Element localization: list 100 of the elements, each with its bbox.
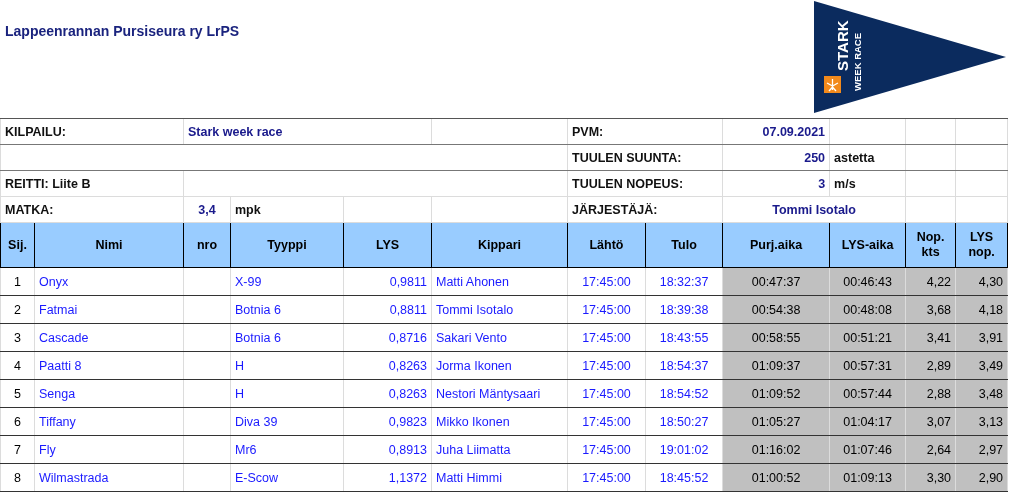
table-cell: Senga (39, 386, 76, 401)
table-cell: Diva 39 (235, 414, 278, 429)
table-cell: 4,18 (978, 302, 1004, 317)
table-cell: 6 (14, 414, 21, 429)
table-cell: 2,88 (926, 386, 952, 401)
info-label: PVM: (572, 124, 604, 139)
table-cell: 17:45:00 (582, 386, 631, 401)
unit-label: m/s (834, 176, 856, 191)
table-cell: 3,91 (978, 330, 1004, 345)
info-label: MATKA: (5, 202, 54, 217)
table-cell: 0,9811 (389, 274, 427, 289)
table-cell: 18:54:52 (659, 386, 709, 401)
table-cell: Paatti 8 (39, 358, 82, 373)
column-header: Nimi (95, 237, 123, 252)
table-cell: 00:48:08 (843, 302, 892, 317)
table-cell: 0,8263 (388, 386, 427, 401)
table-cell: 01:00:52 (751, 470, 801, 485)
table-cell: 1 (14, 274, 21, 289)
column-header: Kippari (477, 237, 522, 252)
table-cell: 18:43:55 (659, 330, 709, 345)
info-label: KILPAILU: (5, 124, 66, 139)
table-cell: 00:57:31 (843, 358, 892, 373)
table-cell: 0,8913 (388, 442, 427, 457)
table-cell: 00:58:55 (751, 330, 801, 345)
column-header: Sij. (8, 237, 27, 252)
table-cell: Matti Himmi (436, 470, 502, 485)
table-cell: 01:07:46 (843, 442, 892, 457)
column-header: LYS nop. (968, 230, 995, 259)
table-cell: 17:45:00 (582, 302, 631, 317)
table-cell: Jorma Ikonen (436, 358, 512, 373)
table-cell: 17:45:00 (582, 414, 631, 429)
table-cell: 17:45:00 (582, 358, 631, 373)
column-header: Nop. kts (916, 230, 945, 259)
table-cell: 3,30 (926, 470, 952, 485)
logo-text: STARK (834, 20, 852, 71)
table-cell: Cascade (39, 330, 89, 345)
table-cell: 0,8263 (388, 358, 427, 373)
table-cell: 0,9823 (388, 414, 427, 429)
unit-label: astetta (834, 150, 875, 165)
table-cell: Fatmai (39, 302, 78, 317)
table-cell: H (235, 386, 245, 401)
table-cell: 01:04:17 (843, 414, 892, 429)
table-cell: 01:09:52 (751, 386, 801, 401)
table-cell: Botnia 6 (235, 330, 281, 345)
table-cell: Tommi Isotalo (436, 302, 514, 317)
table-cell: 01:16:02 (751, 442, 801, 457)
table-cell: 00:47:37 (751, 274, 801, 289)
route-label: REITTI: Liite B (5, 176, 91, 191)
table-cell: Botnia 6 (235, 302, 281, 317)
table-cell: 3,49 (978, 358, 1004, 373)
info-label: JÄRJESTÄJÄ: (572, 202, 658, 217)
table-cell: Matti Ahonen (436, 274, 509, 289)
table-cell: 17:45:00 (582, 470, 631, 485)
table-cell: Fly (39, 442, 56, 457)
wind-direction-value: 250 (804, 150, 826, 165)
wind-speed-value: 3 (818, 176, 826, 191)
column-header: Tulo (671, 237, 697, 252)
table-cell: 4,30 (978, 274, 1004, 289)
table-cell: 2,64 (926, 442, 952, 457)
table-cell: 2,97 (978, 442, 1004, 457)
table-cell: 00:57:44 (843, 386, 892, 401)
table-cell: E-Scow (235, 470, 279, 485)
column-header: Lähtö (589, 237, 624, 252)
unit-label: mpk (235, 202, 261, 217)
table-cell: 18:32:37 (659, 274, 709, 289)
date-value: 07.09.2021 (762, 124, 826, 139)
table-cell: 4,22 (926, 274, 952, 289)
race-name: Stark week race (188, 124, 283, 139)
table-cell: 0,8716 (388, 330, 427, 345)
table-cell: 3,13 (978, 414, 1004, 429)
table-cell: 4 (14, 358, 21, 373)
table-cell: 18:39:38 (659, 302, 709, 317)
organizer-name: Tommi Isotalo (772, 202, 856, 217)
table-cell: Mikko Ikonen (436, 414, 510, 429)
table-cell: 17:45:00 (582, 330, 631, 345)
table-cell: 3,48 (978, 386, 1004, 401)
column-header: LYS-aika (841, 237, 894, 252)
logo-text: WEEK RACE (852, 32, 864, 91)
table-cell: 01:09:13 (843, 470, 892, 485)
table-cell: Sakari Vento (436, 330, 507, 345)
column-header: Tyyppi (267, 237, 307, 252)
table-cell: H (235, 358, 245, 373)
distance-value: 3,4 (198, 202, 216, 217)
table-cell: 8 (14, 470, 21, 485)
table-cell: 3,41 (926, 330, 952, 345)
table-cell: 2,89 (926, 358, 952, 373)
table-cell: Mr6 (235, 442, 257, 457)
table-cell: 2,90 (978, 470, 1004, 485)
club-title: Lappeenrannan Pursiseura ry LrPS (5, 23, 240, 39)
table-cell: 00:54:38 (751, 302, 801, 317)
table-cell: Nestori Mäntysaari (436, 386, 541, 401)
table-cell: 1,1372 (388, 470, 427, 485)
table-cell: 18:50:27 (659, 414, 709, 429)
table-cell: X-99 (235, 274, 262, 289)
table-cell: 18:54:37 (659, 358, 709, 373)
table-cell: Juha Liimatta (436, 442, 511, 457)
info-label: TUULEN NOPEUS: (572, 176, 684, 191)
table-cell: Wilmastrada (39, 470, 109, 485)
table-cell: 3 (14, 330, 21, 345)
sailor-icon (824, 76, 842, 93)
